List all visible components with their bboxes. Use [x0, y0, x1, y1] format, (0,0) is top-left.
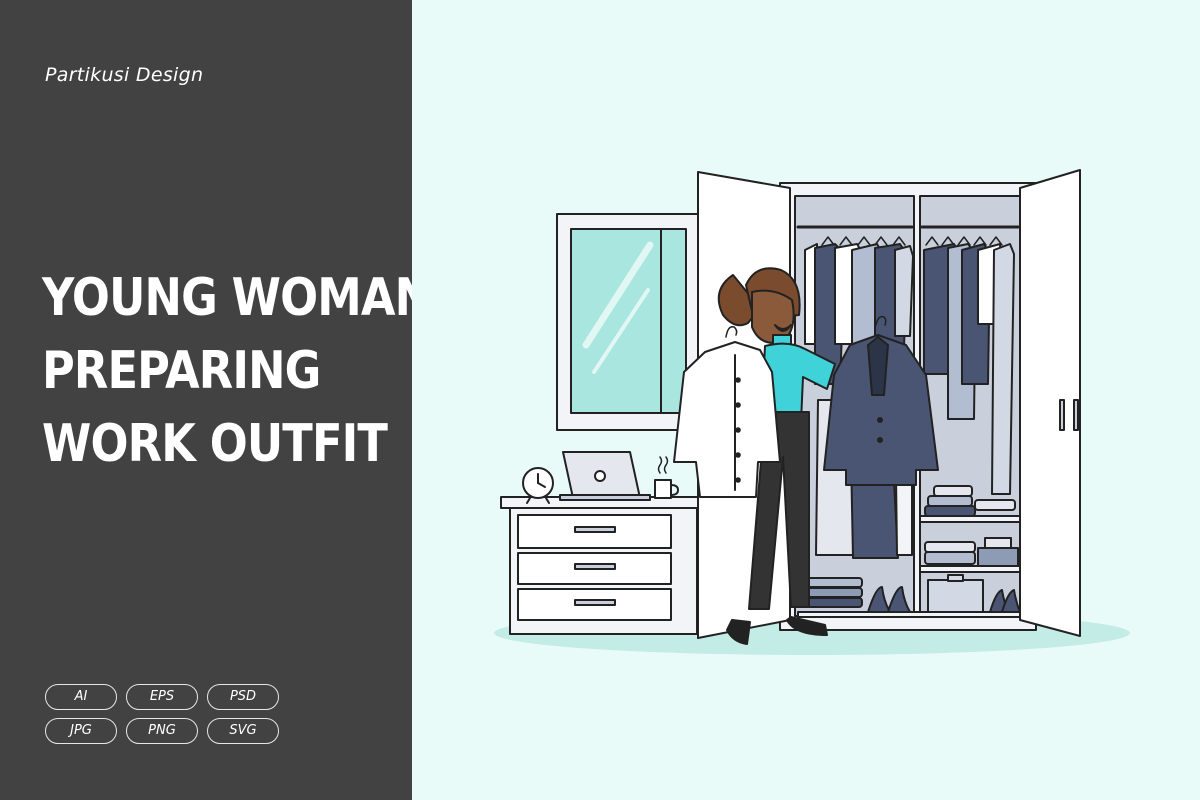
format-badge-eps: EPS	[126, 684, 198, 710]
laptop	[559, 451, 651, 501]
format-badge-psd: PSD	[207, 684, 279, 710]
format-badge-ai: AI	[45, 684, 117, 710]
window	[556, 213, 701, 431]
illustration-panel	[412, 0, 1200, 800]
format-badge-png: PNG	[126, 718, 198, 744]
format-badges: AI EPS PSD JPG PNG SVG	[45, 684, 365, 752]
left-panel: Partikusi Design YOUNG WOMAN PREPARING W…	[0, 0, 432, 800]
title-line-2: PREPARING	[42, 341, 321, 401]
coffee-mug-icon	[654, 456, 679, 499]
illustration	[494, 169, 1130, 655]
title-line-3: WORK OUTFIT	[42, 414, 388, 474]
title-line-1: YOUNG WOMAN	[42, 268, 432, 328]
format-badge-svg: SVG	[207, 718, 279, 744]
format-badge-jpg: JPG	[45, 718, 117, 744]
brand-name: Partikusi Design	[45, 64, 204, 86]
desk	[500, 496, 707, 635]
